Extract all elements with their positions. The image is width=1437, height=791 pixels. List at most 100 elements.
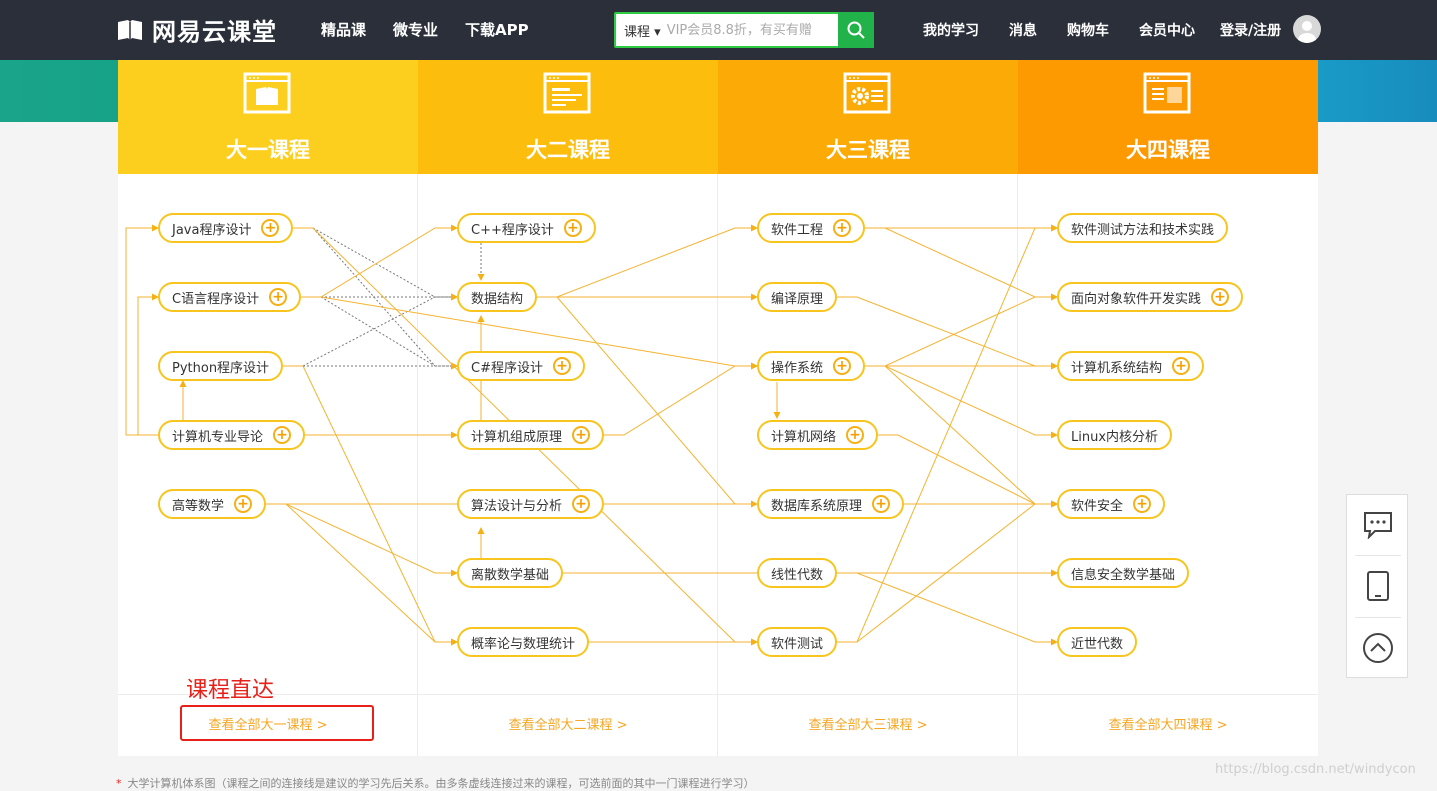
watermark: https://blog.csdn.net/windycon: [1215, 762, 1416, 777]
course-node-modern-algebra[interactable]: 近世代数: [1057, 627, 1138, 657]
course-label: 操作系统: [771, 360, 824, 376]
course-label: 数据库系统原理: [771, 498, 863, 514]
side-floating-toolbar: [1346, 494, 1408, 678]
connection-line: [301, 296, 458, 370]
course-node-testing[interactable]: 软件测试: [757, 627, 838, 657]
course-node-linear-algebra[interactable]: 线性代数: [757, 558, 838, 588]
view-all-year4-link[interactable]: 查看全部大四课程 >: [1018, 714, 1318, 733]
add-course-plus-icon[interactable]: +: [261, 219, 280, 237]
course-node-intro[interactable]: 计算机专业导论 +: [158, 420, 306, 450]
course-node-java[interactable]: Java程序设计 +: [158, 213, 294, 243]
view-all-year2-link[interactable]: 查看全部大二课程 >: [418, 714, 718, 733]
footer-divider: [118, 694, 1318, 695]
course-node-compiler[interactable]: 编译原理: [757, 282, 838, 312]
course-node-cpp[interactable]: C++程序设计 +: [457, 213, 596, 243]
course-label: 概率论与数理统计: [471, 636, 576, 652]
nav-cart[interactable]: 购物车: [1067, 20, 1109, 40]
search-button[interactable]: [838, 12, 874, 48]
search-category-select[interactable]: 课程 ▾: [616, 21, 667, 40]
course-node-probability[interactable]: 概率论与数理统计: [457, 627, 590, 657]
search-icon: [847, 21, 865, 39]
footnote-text: 大学计算机体系图（课程之间的连接线是建议的学习先后关系。由多条虚线连接过来的课程…: [127, 777, 755, 790]
course-node-math[interactable]: 高等数学 +: [158, 489, 267, 519]
course-node-oop-practice[interactable]: 面向对象软件开发实践 +: [1057, 282, 1244, 312]
side-divider: [1355, 617, 1401, 618]
search-box: 课程 ▾: [614, 12, 874, 48]
add-course-plus-icon[interactable]: +: [273, 426, 292, 444]
search-category-label: 课程: [624, 24, 651, 40]
add-course-plus-icon[interactable]: +: [572, 426, 591, 444]
course-node-se[interactable]: 软件工程 +: [757, 213, 866, 243]
add-course-plus-icon[interactable]: +: [572, 495, 591, 513]
add-course-plus-icon[interactable]: +: [552, 357, 571, 375]
course-label: 软件工程: [771, 222, 824, 238]
add-course-plus-icon[interactable]: +: [872, 495, 891, 513]
course-label: 计算机网络: [771, 429, 837, 445]
nav-download-app[interactable]: 下载APP: [465, 19, 529, 40]
connection-line: [537, 296, 758, 508]
course-label: Linux内核分析: [1071, 429, 1159, 445]
add-course-plus-icon[interactable]: +: [234, 495, 253, 513]
course-node-architecture[interactable]: 计算机系统结构 +: [1057, 351, 1205, 381]
course-node-testing-practice[interactable]: 软件测试方法和技术实践: [1057, 213, 1229, 243]
connection-line: [837, 296, 1058, 370]
course-label: 近世代数: [1071, 636, 1124, 652]
course-label: 算法设计与分析: [471, 498, 563, 514]
connection-line: [865, 293, 1058, 367]
logo-text: 网易云课堂: [152, 18, 277, 46]
back-to-top-icon: [1363, 633, 1393, 663]
add-course-plus-icon[interactable]: +: [1211, 288, 1230, 306]
add-course-plus-icon[interactable]: +: [269, 288, 288, 306]
course-label: C语言程序设计: [172, 291, 260, 307]
course-label: Java程序设计: [172, 222, 252, 238]
add-course-plus-icon[interactable]: +: [846, 426, 865, 444]
view-all-year3-link[interactable]: 查看全部大三课程 >: [718, 714, 1018, 733]
course-label: 线性代数: [771, 567, 824, 583]
course-label: 数据结构: [471, 291, 524, 307]
top-navigation-bar: 网易云课堂 精品课 微专业 下载APP 课程 ▾ 我的学习 消息 购物车 会员中…: [0, 0, 1437, 60]
course-node-csharp[interactable]: C#程序设计 +: [457, 351, 585, 381]
back-to-top-button[interactable]: [1355, 621, 1401, 675]
course-node-network[interactable]: 计算机网络 +: [757, 420, 879, 450]
nav-premium-courses[interactable]: 精品课: [321, 19, 366, 40]
connection-line: [878, 434, 1058, 508]
course-node-discrete[interactable]: 离散数学基础: [457, 558, 564, 588]
nav-micro-major[interactable]: 微专业: [393, 19, 438, 40]
nav-messages[interactable]: 消息: [1009, 20, 1037, 40]
course-node-python[interactable]: Python程序设计: [158, 351, 284, 381]
footnote-mark: *: [116, 777, 122, 790]
course-label: 计算机专业导论: [172, 429, 264, 445]
course-node-security[interactable]: 软件安全 +: [1057, 489, 1166, 519]
course-label: C#程序设计: [471, 360, 543, 376]
connection-line: [604, 362, 758, 436]
add-course-plus-icon[interactable]: +: [1172, 357, 1191, 375]
annotation-label: 课程直达: [186, 678, 275, 703]
course-node-infosec-math[interactable]: 信息安全数学基础: [1057, 558, 1190, 588]
course-label: 离散数学基础: [471, 567, 550, 583]
avatar[interactable]: [1293, 15, 1321, 43]
course-node-organization[interactable]: 计算机组成原理 +: [457, 420, 605, 450]
mobile-app-button[interactable]: [1355, 559, 1401, 613]
add-course-plus-icon[interactable]: +: [1133, 495, 1152, 513]
course-label: 高等数学: [172, 498, 225, 514]
course-node-algorithm[interactable]: 算法设计与分析 +: [457, 489, 605, 519]
connection-line: [293, 227, 458, 301]
course-node-ds[interactable]: 数据结构: [457, 282, 538, 312]
course-label: 编译原理: [771, 291, 824, 307]
search-input[interactable]: [666, 15, 837, 45]
course-node-linux[interactable]: Linux内核分析: [1057, 420, 1173, 450]
logo[interactable]: 网易云课堂: [116, 12, 277, 47]
course-node-database[interactable]: 数据库系统原理 +: [757, 489, 905, 519]
nav-my-learning[interactable]: 我的学习: [923, 20, 979, 40]
add-course-plus-icon[interactable]: +: [563, 219, 582, 237]
annotation-highlight-box: [180, 705, 374, 741]
nav-login-register[interactable]: 登录/注册: [1220, 20, 1281, 40]
course-node-os[interactable]: 操作系统 +: [757, 351, 866, 381]
course-label: Python程序设计: [172, 360, 270, 376]
feedback-button[interactable]: [1355, 498, 1401, 552]
add-course-plus-icon[interactable]: +: [833, 357, 852, 375]
user-avatar-icon: [1298, 21, 1316, 43]
nav-vip-center[interactable]: 会员中心: [1139, 20, 1195, 40]
course-node-c[interactable]: C语言程序设计 +: [158, 282, 302, 312]
add-course-plus-icon[interactable]: +: [833, 219, 852, 237]
